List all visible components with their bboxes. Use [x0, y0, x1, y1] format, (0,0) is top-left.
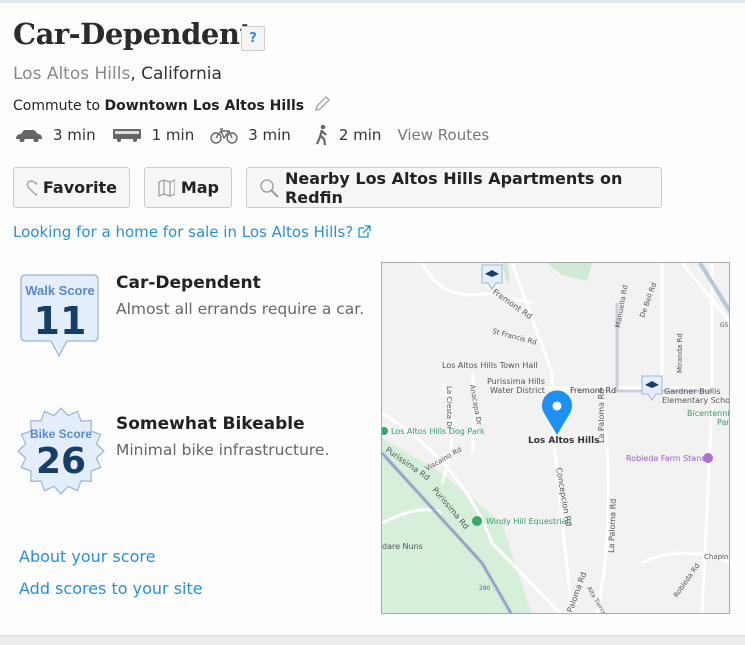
favorite-label: Favorite	[42, 178, 117, 197]
map-button[interactable]: Map	[144, 167, 232, 208]
bike-icon	[210, 128, 238, 144]
map-label: Los Altos Hills Dog Park	[391, 427, 485, 436]
commute-prefix: Commute to	[13, 98, 105, 114]
bike-score-badge[interactable]: Bike Score 26	[15, 407, 107, 495]
map-label: Chapin Rd	[704, 553, 730, 561]
bike-score-description: Minimal bike infrastructure.	[116, 441, 330, 459]
map-label: Alta Tierra	[585, 586, 607, 615]
search-icon	[260, 178, 279, 198]
map-label: Water District	[490, 386, 545, 395]
map-label: St Francis Rd	[491, 327, 537, 347]
state: , California	[130, 64, 222, 84]
map-label: La Paloma Rd	[607, 499, 618, 554]
pencil-icon[interactable]	[313, 96, 331, 112]
map-label: Park	[717, 418, 730, 427]
map-label: Fremont Rd	[570, 386, 616, 395]
nearby-apartments-button[interactable]: Nearby Los Altos Hills Apartments on Red…	[246, 167, 662, 208]
bike-score-heading: Somewhat Bikeable	[116, 414, 305, 434]
bus-icon	[112, 129, 141, 142]
map-label: Miranda Rd	[676, 333, 684, 373]
map-pin-label: Los Altos Hills	[528, 436, 600, 446]
page-title: Car-Dependent	[13, 17, 253, 51]
mode-walk[interactable]: 2 min	[315, 124, 382, 146]
walk-score-badge[interactable]: Walk Score 11	[20, 274, 100, 358]
mode-bike[interactable]: 3 min	[210, 126, 291, 144]
location: Los Altos Hills, California	[13, 64, 222, 84]
school-icon[interactable]	[641, 375, 663, 401]
footer-band	[0, 635, 745, 645]
commute-modes: 3 min 1 min 3 min 2 min View Routes	[15, 124, 489, 146]
about-score-link[interactable]: About your score	[19, 547, 155, 566]
bike-score-label: Bike Score	[30, 427, 92, 441]
home-for-sale-link[interactable]: Looking for a home for sale in Los Altos…	[13, 223, 372, 241]
walk-score-info: Car-Dependent Almost all errands require …	[116, 273, 364, 318]
heart-icon	[26, 179, 37, 196]
map-label: Robleda Farm Stand	[626, 454, 706, 463]
map-label: dare Nuns	[382, 542, 423, 551]
mode-bus[interactable]: 1 min	[112, 126, 195, 144]
city-link[interactable]: Los Altos Hills	[13, 64, 130, 84]
bike-score-info: Somewhat Bikeable Minimal bike infrastruc…	[116, 414, 329, 459]
map-label: 280	[479, 585, 491, 592]
walk-score-label: Walk Score	[25, 283, 95, 298]
school-icon[interactable]	[481, 264, 503, 290]
walk-icon	[315, 124, 327, 146]
mode-car[interactable]: 3 min	[15, 126, 96, 144]
view-routes-link[interactable]: View Routes	[397, 126, 489, 144]
map-label: Bicentennia	[687, 409, 730, 418]
map-label: Gardner Bullis	[664, 387, 721, 396]
commute-destination: Downtown Los Altos Hills	[104, 98, 305, 114]
help-button[interactable]: ?	[241, 26, 265, 51]
map-label: La Paloma Rd	[597, 389, 606, 443]
mode-time: 2 min	[338, 126, 382, 144]
walk-score-heading: Car-Dependent	[116, 273, 261, 293]
add-scores-link[interactable]: Add scores to your site	[19, 579, 203, 598]
location-pin-icon	[542, 390, 572, 435]
walk-score-description: Almost all errands require a car.	[116, 300, 365, 318]
mode-time: 3 min	[53, 126, 96, 144]
map-label: Anacapa Dr	[468, 384, 483, 426]
map-label: La Cresta Dr	[445, 386, 453, 430]
map-label: Robleda Rd	[672, 562, 701, 599]
car-icon	[16, 130, 42, 142]
nearby-label: Nearby Los Altos Hills Apartments on Red…	[284, 168, 623, 207]
mode-time: 3 min	[248, 126, 291, 144]
external-link-icon	[358, 225, 371, 238]
favorite-button[interactable]: Favorite	[13, 167, 130, 208]
map-label: Elementary School	[662, 396, 730, 405]
bike-score-value: 26	[36, 441, 86, 482]
map-label: Los Altos Hills Town Hall	[442, 361, 538, 370]
commute-line: Commute to Downtown Los Altos Hills	[13, 96, 331, 114]
map-label: Map	[180, 178, 219, 197]
map[interactable]: Fremont Rd St Francis Rd Los Altos Hills…	[381, 262, 730, 614]
map-label: Purissima Hills	[487, 377, 545, 386]
map-icon	[158, 178, 175, 197]
map-label: De Bell Rd	[638, 282, 658, 319]
walk-score-value: 11	[34, 299, 87, 343]
mode-time: 1 min	[151, 126, 195, 144]
map-label: G5	[720, 322, 729, 329]
home-link-text: Looking for a home for sale in Los Altos…	[13, 223, 354, 241]
map-label: Windy Hill Equestrian	[486, 517, 572, 526]
